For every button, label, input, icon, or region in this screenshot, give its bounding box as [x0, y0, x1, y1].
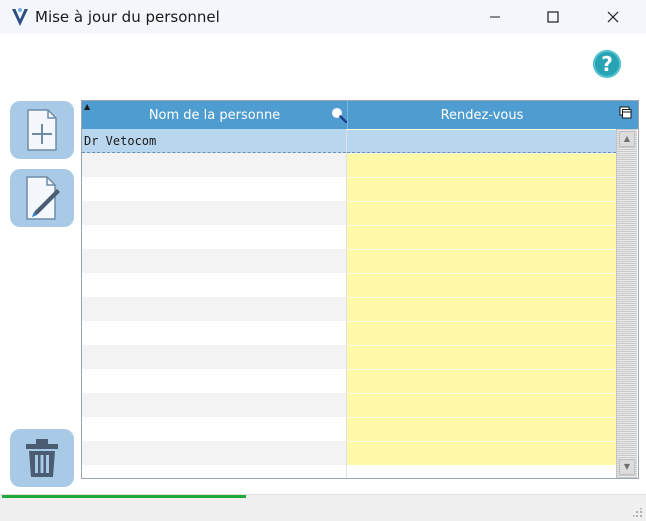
scroll-up-icon[interactable]: ▲	[619, 131, 635, 147]
table-row[interactable]	[82, 297, 616, 321]
table-row[interactable]	[82, 441, 616, 465]
cell-rendezvous[interactable]	[347, 441, 616, 465]
maximize-button[interactable]	[524, 0, 582, 34]
table-row-selected[interactable]: Dr Vetocom	[82, 129, 616, 153]
table-row[interactable]	[82, 345, 616, 369]
personnel-grid[interactable]: ▲ Nom de la personne Rendez-vous Dr Veto…	[81, 100, 639, 479]
cell-rendezvous[interactable]	[347, 129, 616, 153]
cell-person-name[interactable]	[82, 297, 346, 321]
cell-rendezvous[interactable]	[347, 153, 616, 177]
table-row[interactable]	[82, 369, 616, 393]
table-row[interactable]	[82, 153, 616, 177]
cell-rendezvous[interactable]	[347, 393, 616, 417]
cell-person-name[interactable]	[82, 225, 346, 249]
add-person-button[interactable]	[10, 101, 74, 159]
cell-rendezvous[interactable]	[347, 297, 616, 321]
cell-person-name[interactable]	[82, 345, 346, 369]
trash-icon	[26, 439, 58, 477]
cell-rendezvous[interactable]	[347, 201, 616, 225]
edit-document-icon	[26, 176, 60, 220]
cell-person-name[interactable]	[82, 321, 346, 345]
cell-rendezvous[interactable]	[347, 417, 616, 441]
cell-person-name[interactable]	[82, 417, 346, 441]
cell-person-name[interactable]	[82, 441, 346, 465]
scroll-down-icon[interactable]: ▼	[619, 459, 635, 475]
table-row[interactable]	[82, 201, 616, 225]
table-row[interactable]	[82, 393, 616, 417]
status-bar	[0, 494, 646, 521]
cell-person-name[interactable]	[82, 153, 346, 177]
table-row[interactable]	[82, 321, 616, 345]
cell-person-name[interactable]	[82, 201, 346, 225]
cell-rendezvous[interactable]	[347, 225, 616, 249]
close-button[interactable]	[584, 0, 642, 34]
cell-person-name[interactable]	[82, 177, 346, 201]
grid-header: ▲ Nom de la personne Rendez-vous	[82, 101, 638, 129]
vertical-scrollbar[interactable]: ▲ ▼	[616, 129, 637, 478]
cell-person-name[interactable]	[82, 369, 346, 393]
cell-rendezvous[interactable]	[347, 177, 616, 201]
cell-person-name[interactable]	[82, 249, 346, 273]
table-row[interactable]	[82, 177, 616, 201]
cell-person-name[interactable]: Dr Vetocom	[82, 129, 346, 153]
window-title: Mise à jour du personnel	[35, 8, 220, 26]
column-header-name[interactable]: Nom de la personne	[82, 101, 347, 129]
cell-rendezvous[interactable]	[347, 273, 616, 297]
grid-rows: Dr Vetocom	[82, 129, 616, 478]
search-icon[interactable]	[331, 107, 347, 123]
cell-person-name[interactable]	[82, 393, 346, 417]
column-header-rendezvous[interactable]: Rendez-vous	[348, 101, 616, 129]
progress-bar	[2, 495, 246, 498]
column-picker-icon[interactable]	[619, 106, 632, 119]
cell-rendezvous[interactable]	[347, 369, 616, 393]
cell-person-name[interactable]	[82, 273, 346, 297]
delete-person-button[interactable]	[10, 429, 74, 487]
table-row[interactable]	[82, 273, 616, 297]
minimize-button[interactable]	[466, 0, 524, 34]
table-row[interactable]	[82, 417, 616, 441]
resize-grip-icon[interactable]	[633, 508, 643, 518]
column-separator	[346, 129, 347, 478]
table-row[interactable]	[82, 249, 616, 273]
maximize-icon	[547, 11, 559, 23]
add-document-icon	[27, 109, 57, 151]
minimize-icon	[490, 16, 500, 18]
title-bar: Mise à jour du personnel	[0, 0, 646, 34]
table-row[interactable]	[82, 225, 616, 249]
help-button[interactable]: ?	[593, 50, 621, 78]
cell-rendezvous[interactable]	[347, 345, 616, 369]
app-logo-icon	[12, 8, 28, 26]
cell-rendezvous[interactable]	[347, 321, 616, 345]
edit-person-button[interactable]	[10, 169, 74, 227]
cell-rendezvous[interactable]	[347, 249, 616, 273]
close-icon	[607, 11, 619, 23]
